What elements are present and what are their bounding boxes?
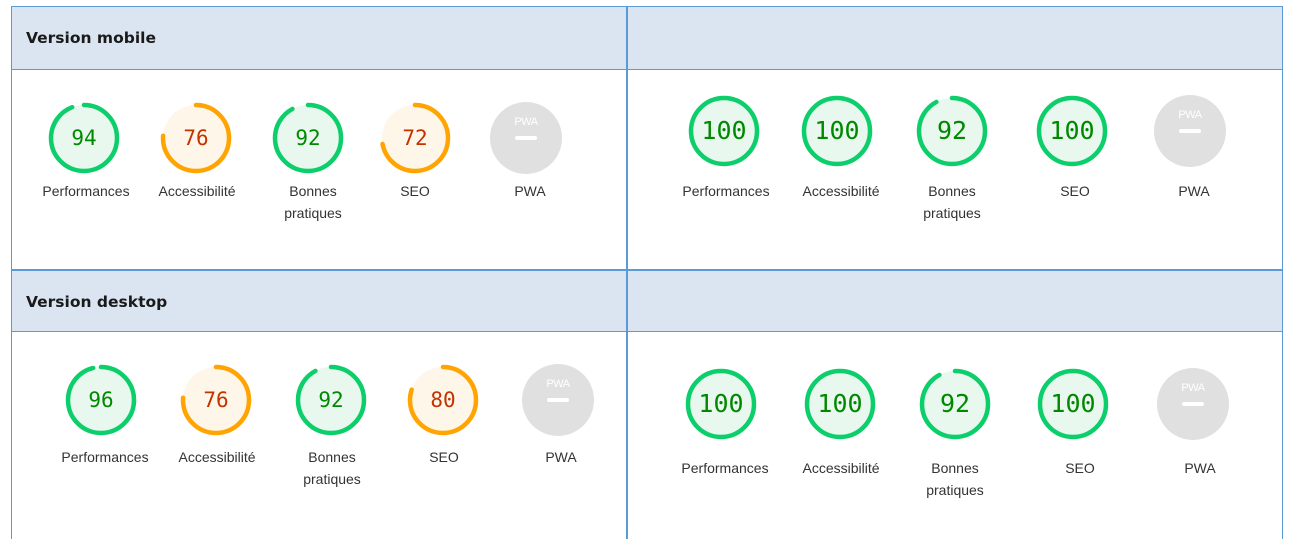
desktop-right-seo-gauge[interactable]: 100 — [1035, 366, 1111, 442]
desktop-left-seo-score: 80 — [430, 388, 456, 412]
desktop-right-pwa-label: PWA — [1184, 460, 1216, 476]
mobile-left-performances-score: 94 — [71, 126, 97, 150]
desktop-left-seo-gauge[interactable]: 80 — [405, 362, 481, 438]
mobile-right-accessibilit-score: 100 — [814, 116, 860, 145]
desktop-left-bonnes-pratiques-score: 92 — [318, 388, 344, 412]
desktop-right-bonnes-pratiques-label: Bonnes pratiques — [926, 460, 984, 498]
mobile-right-pwa-pwa-badge-text: PWA — [1178, 109, 1202, 121]
mobile-left-seo-score: 72 — [402, 126, 428, 150]
mobile-left-accessibilit-score: 76 — [183, 126, 209, 150]
table-border-left — [11, 6, 12, 539]
table-border-row1 — [11, 69, 1283, 70]
mobile-left-pwa-gauge[interactable]: PWA — [488, 100, 564, 176]
desktop-right-pwa-gauge[interactable]: PWA — [1155, 366, 1231, 442]
mobile-left-accessibilit-gauge[interactable]: 76 — [158, 100, 234, 176]
desktop-left-bonnes-pratiques-gauge[interactable]: 92 — [293, 362, 369, 438]
desktop-left-bonnes-pratiques-label: Bonnes pratiques — [303, 449, 361, 487]
table-border-row3 — [11, 331, 1283, 332]
mobile-right-bonnes-pratiques-score: 92 — [936, 116, 968, 145]
mobile-left-performances-gauge[interactable]: 94 — [46, 100, 122, 176]
mobile-left-performances-label: Performances — [42, 183, 130, 199]
desktop-left-pwa-gauge[interactable]: PWA — [520, 362, 596, 438]
mobile-left-bonnes-pratiques-gauge[interactable]: 92 — [270, 100, 346, 176]
desktop-left-performances-label: Performances — [61, 449, 149, 465]
desktop-left-performances-score: 96 — [88, 388, 114, 412]
desktop-right-performances-gauge[interactable]: 100 — [683, 366, 759, 442]
mobile-right-seo-score: 100 — [1049, 116, 1095, 145]
mobile-left-seo-gauge[interactable]: 72 — [377, 100, 453, 176]
mobile-left-pwa-dash-icon — [515, 136, 537, 140]
desktop-left-accessibilit-gauge[interactable]: 76 — [178, 362, 254, 438]
desktop-left-pwa-label: PWA — [545, 449, 577, 465]
desktop-section-title: Version desktop — [26, 293, 168, 311]
desktop-left-performances-gauge[interactable]: 96 — [63, 362, 139, 438]
desktop-right-accessibilit-label: Accessibilité — [802, 460, 880, 476]
table-border-right — [1282, 6, 1283, 539]
desktop-right-seo-score: 100 — [1050, 389, 1096, 418]
mobile-right-pwa-gauge[interactable]: PWA — [1152, 93, 1228, 169]
mobile-header-row — [11, 6, 1283, 69]
mobile-left-accessibilit-label: Accessibilité — [158, 183, 236, 199]
desktop-right-performances-score: 100 — [698, 389, 744, 418]
table-border-top — [11, 6, 1283, 7]
desktop-right-accessibilit-score: 100 — [817, 389, 863, 418]
mobile-right-accessibilit-label: Accessibilité — [802, 183, 880, 199]
desktop-right-accessibilit-gauge[interactable]: 100 — [802, 366, 878, 442]
mobile-left-seo-label: SEO — [400, 183, 430, 199]
desktop-right-bonnes-pratiques-score: 92 — [939, 389, 971, 418]
mobile-right-bonnes-pratiques-label: Bonnes pratiques — [923, 183, 981, 221]
mobile-left-pwa-pwa-badge-text: PWA — [514, 116, 538, 128]
mobile-right-bonnes-pratiques-gauge[interactable]: 92 — [914, 93, 990, 169]
table-border-row2 — [11, 269, 1283, 271]
mobile-right-seo-label: SEO — [1060, 183, 1090, 199]
mobile-right-pwa-dash-icon — [1179, 129, 1201, 133]
desktop-right-pwa-dash-icon — [1182, 402, 1204, 406]
mobile-left-pwa-label: PWA — [514, 183, 546, 199]
desktop-left-accessibilit-score: 76 — [203, 388, 229, 412]
desktop-left-pwa-dash-icon — [547, 398, 569, 402]
mobile-right-performances-score: 100 — [701, 116, 747, 145]
table-border-middle — [626, 6, 628, 539]
mobile-right-seo-gauge[interactable]: 100 — [1034, 93, 1110, 169]
desktop-right-pwa-pwa-badge-text: PWA — [1181, 382, 1205, 394]
desktop-right-bonnes-pratiques-gauge[interactable]: 92 — [917, 366, 993, 442]
mobile-section-title: Version mobile — [26, 29, 156, 47]
mobile-right-performances-label: Performances — [682, 183, 770, 199]
desktop-left-pwa-pwa-badge-text: PWA — [546, 378, 570, 390]
desktop-header-row — [11, 270, 1283, 331]
comparison-table: Version mobile Version desktop 94 Perform… — [11, 6, 1283, 539]
desktop-right-seo-label: SEO — [1065, 460, 1095, 476]
desktop-right-performances-label: Performances — [681, 460, 769, 476]
mobile-right-accessibilit-gauge[interactable]: 100 — [799, 93, 875, 169]
mobile-left-bonnes-pratiques-score: 92 — [295, 126, 321, 150]
desktop-left-accessibilit-label: Accessibilité — [178, 449, 256, 465]
mobile-right-pwa-label: PWA — [1178, 183, 1210, 199]
mobile-right-performances-gauge[interactable]: 100 — [686, 93, 762, 169]
desktop-left-seo-label: SEO — [429, 449, 459, 465]
